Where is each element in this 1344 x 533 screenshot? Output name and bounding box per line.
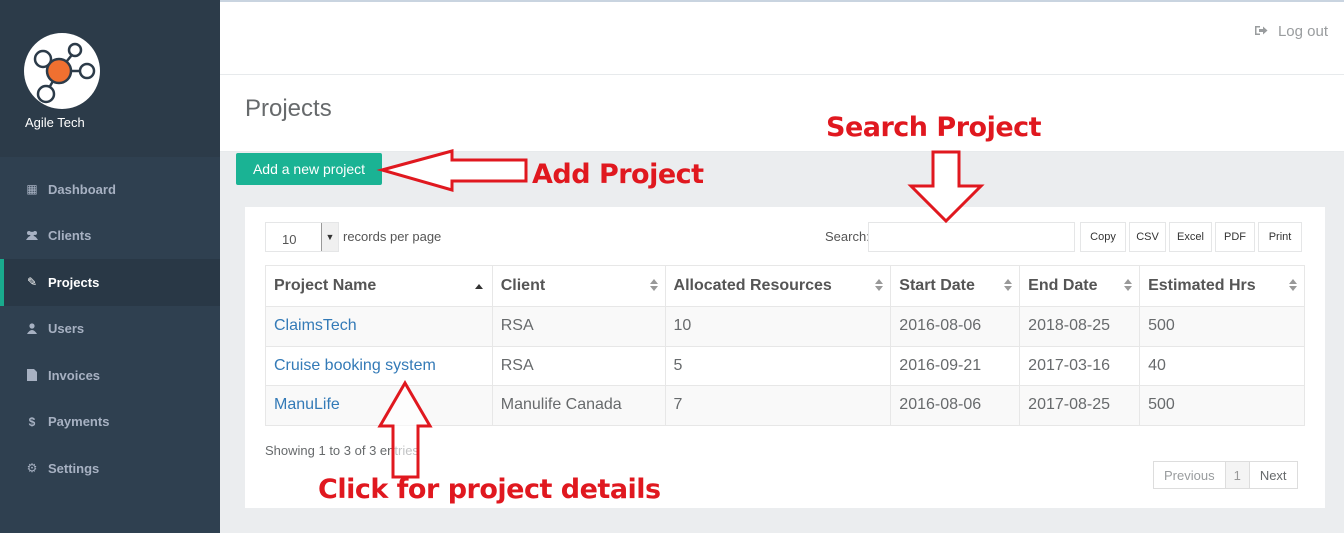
project-link[interactable]: ClaimsTech	[274, 317, 357, 334]
column-header-label: Start Date	[899, 277, 975, 294]
pagination-previous[interactable]: Previous	[1154, 462, 1225, 488]
sort-icon	[875, 279, 884, 291]
records-per-page-value: 10	[282, 232, 297, 247]
pagination-next[interactable]: Next	[1248, 462, 1297, 488]
annotation-add-project: Add Project	[532, 159, 704, 190]
page-title: Projects	[245, 95, 332, 122]
cell-estimated-hrs: 500	[1139, 306, 1305, 347]
sidebar-item-label: Payments	[48, 414, 110, 430]
table-header-row: Project Name Client Allocated Resources …	[265, 265, 1305, 307]
cell-start-date: 2016-08-06	[890, 385, 1021, 426]
project-link[interactable]: ManuLife	[274, 396, 340, 413]
sort-icon	[1004, 279, 1013, 291]
column-header-label: Client	[500, 277, 546, 294]
csv-button[interactable]: CSV	[1129, 222, 1166, 252]
logout-label: Log out	[1277, 23, 1328, 40]
sort-icon	[1124, 279, 1133, 291]
pagination: Previous 1 Next	[1153, 461, 1298, 489]
cell-start-date: 2016-08-06	[890, 306, 1021, 347]
records-per-page-label: records per page	[343, 229, 442, 244]
annotation-click-details: Click for project details	[318, 474, 661, 505]
pdf-button[interactable]: PDF	[1215, 222, 1255, 252]
column-header-end-date[interactable]: End Date	[1019, 265, 1141, 307]
cell-end-date: 2018-08-25	[1019, 306, 1141, 347]
cell-client: RSA	[491, 345, 666, 386]
table-row: Cruise booking system RSA 5 2016-09-21 2…	[265, 345, 1305, 386]
cell-end-date: 2017-03-16	[1019, 345, 1141, 386]
print-button[interactable]: Print	[1258, 222, 1302, 252]
sidebar-item-label: Settings	[48, 460, 100, 476]
sidebar-item-dashboard[interactable]: ▦ Dashboard	[0, 166, 220, 213]
sidebar-nav: ▦ Dashboard Clients ✎ Projects Users Inv…	[0, 166, 220, 492]
sidebar-item-projects[interactable]: ✎ Projects	[0, 259, 220, 306]
top-navbar: Log out	[220, 2, 1344, 75]
cell-project-name: Cruise booking system	[265, 345, 493, 386]
sidebar-item-users[interactable]: Users	[0, 306, 220, 353]
brand-area: Agile Tech	[0, 0, 220, 157]
cell-client: RSA	[491, 306, 666, 347]
column-header-project-name[interactable]: Project Name	[265, 265, 493, 307]
cell-project-name: ClaimsTech	[265, 306, 493, 347]
sidebar-item-label: Users	[48, 321, 85, 337]
projects-table: Project Name Client Allocated Resources …	[265, 265, 1305, 426]
excel-button[interactable]: Excel	[1169, 222, 1212, 252]
sidebar-item-clients[interactable]: Clients	[0, 213, 220, 260]
column-header-label: Project Name	[274, 277, 377, 294]
sign-out-icon	[1254, 24, 1268, 39]
pagination-page-1[interactable]: 1	[1224, 462, 1249, 488]
sort-asc-icon	[474, 284, 483, 289]
caret-down-icon: ▼	[321, 223, 338, 251]
gear-icon: ⚙	[26, 461, 38, 476]
table-row: ManuLife Manulife Canada 7 2016-08-06 20…	[265, 385, 1305, 426]
project-link[interactable]: Cruise booking system	[274, 357, 436, 374]
network-logo-icon	[33, 42, 96, 104]
sort-icon	[649, 279, 658, 291]
cell-allocated-resources: 10	[664, 306, 892, 347]
column-header-allocated-resources[interactable]: Allocated Resources	[664, 265, 892, 307]
sort-icon	[1289, 279, 1297, 291]
column-header-label: End Date	[1028, 277, 1098, 294]
add-project-arrow	[376, 149, 528, 192]
cell-allocated-resources: 7	[664, 385, 892, 426]
sidebar: Agile Tech ▦ Dashboard Clients ✎ Project…	[0, 0, 220, 533]
users-icon	[25, 230, 39, 241]
copy-button[interactable]: Copy	[1080, 222, 1126, 252]
user-icon	[25, 323, 39, 335]
page-heading: Projects	[220, 75, 1344, 152]
cell-estimated-hrs: 40	[1139, 345, 1305, 386]
pencil-icon: ✎	[26, 275, 38, 290]
add-project-button[interactable]: Add a new project	[236, 153, 382, 185]
cell-end-date: 2017-08-25	[1019, 385, 1141, 426]
column-header-client[interactable]: Client	[491, 265, 666, 307]
logo[interactable]	[24, 33, 100, 109]
sidebar-item-invoices[interactable]: Invoices	[0, 352, 220, 399]
column-header-estimated-hrs[interactable]: Estimated Hrs	[1139, 265, 1305, 307]
annotation-search-project: Search Project	[826, 112, 1042, 143]
sidebar-item-payments[interactable]: $ Payments	[0, 399, 220, 446]
logout-link[interactable]: Log out	[1254, 23, 1328, 40]
column-header-label: Estimated Hrs	[1148, 277, 1256, 294]
sidebar-item-settings[interactable]: ⚙ Settings	[0, 445, 220, 492]
brand-name: Agile Tech	[25, 115, 85, 130]
sidebar-item-label: Clients	[48, 228, 92, 244]
cell-allocated-resources: 5	[664, 345, 892, 386]
records-per-page-select[interactable]: 10 ▼	[265, 222, 339, 252]
cell-start-date: 2016-09-21	[890, 345, 1021, 386]
search-input[interactable]	[868, 222, 1075, 252]
sidebar-item-label: Projects	[48, 274, 100, 290]
dollar-icon: $	[28, 414, 36, 429]
search-label: Search:	[825, 229, 870, 244]
table-row: ClaimsTech RSA 10 2016-08-06 2018-08-25 …	[265, 306, 1305, 347]
cell-client: Manulife Canada	[491, 385, 666, 426]
sidebar-item-label: Dashboard	[48, 181, 116, 197]
th-large-icon: ▦	[26, 182, 38, 197]
projects-panel: 10 ▼ records per page Search: Copy CSV E…	[245, 207, 1325, 508]
cell-project-name: ManuLife	[265, 385, 493, 426]
table-info: Showing 1 to 3 of 3 entries	[265, 443, 419, 458]
column-header-start-date[interactable]: Start Date	[890, 265, 1021, 307]
file-icon	[25, 369, 39, 382]
cell-estimated-hrs: 500	[1139, 385, 1305, 426]
sidebar-item-label: Invoices	[48, 367, 101, 383]
column-header-label: Allocated Resources	[673, 277, 832, 294]
